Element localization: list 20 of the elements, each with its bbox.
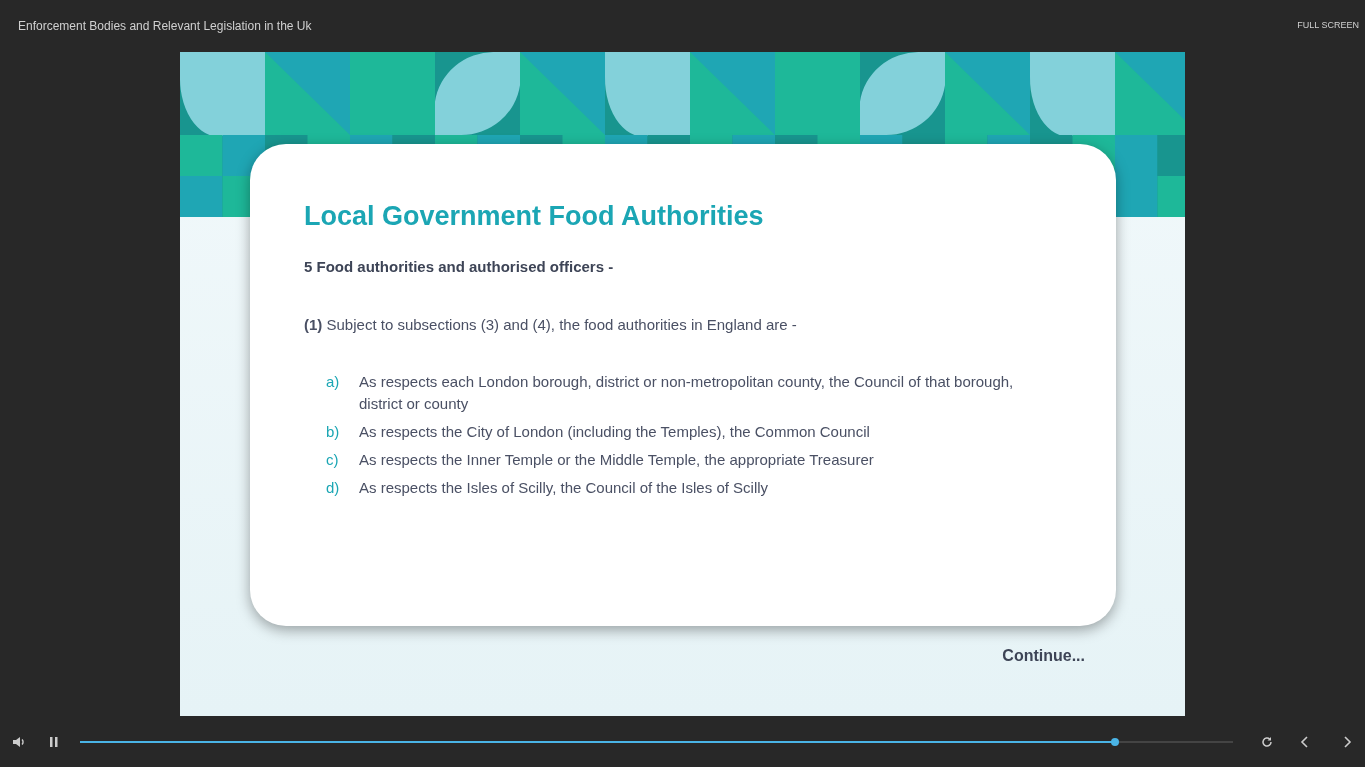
course-title: Enforcement Bodies and Relevant Legislation in the Uk <box>18 18 312 35</box>
list-item-text: As respects the Inner Temple or the Middle Temple, the appropriate Treasurer <box>359 449 875 470</box>
section-heading: 5 Food authorities and authorised officers - <box>304 256 615 277</box>
pause-icon[interactable] <box>48 735 60 748</box>
list-item-text: As respects each London borough, district or non-metropolitan county, the Council of that borough, district or county <box>359 371 1015 414</box>
slide-heading: Local Government Food Authorities <box>304 200 765 233</box>
list-marker: a) <box>326 371 341 392</box>
fullscreen-button[interactable]: FULL SCREEN <box>1297 19 1359 33</box>
list-item-text: As respects the Isles of Scilly, the Council of the Isles of Scilly <box>359 477 770 498</box>
previous-icon[interactable] <box>1299 734 1311 749</box>
list-item-text: As respects the City of London (including the Temples), the Common Council <box>359 421 871 442</box>
continue-link[interactable]: Continue... <box>1002 644 1085 668</box>
progress-handle[interactable] <box>1111 737 1120 746</box>
volume-icon[interactable] <box>12 735 26 748</box>
list-marker: d) <box>326 477 341 498</box>
list-marker: b) <box>326 421 341 442</box>
intro-text: (1) Subject to subsections (3) and (4), the food authorities in England are - <box>304 315 798 336</box>
list-marker: c) <box>326 449 340 470</box>
replay-icon[interactable] <box>1261 735 1273 748</box>
next-icon[interactable] <box>1341 734 1353 749</box>
